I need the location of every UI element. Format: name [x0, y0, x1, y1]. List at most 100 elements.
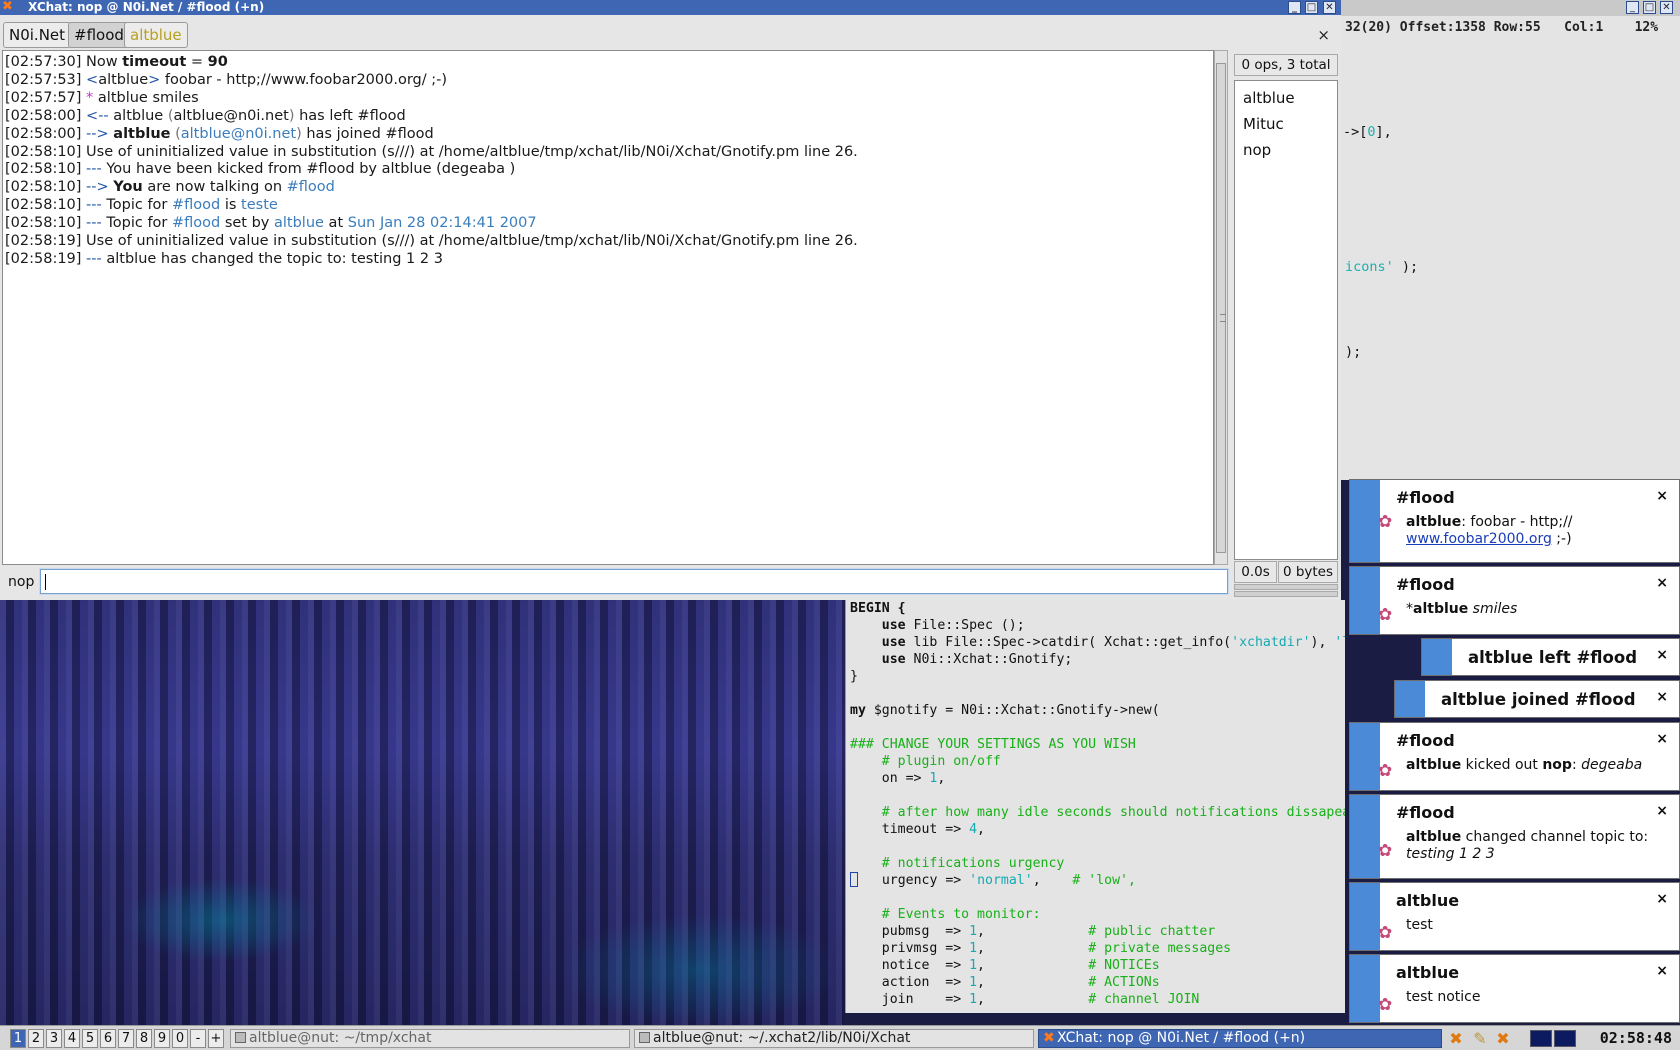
code-line: use File::Spec ();: [881, 618, 1025, 633]
task-button-active[interactable]: ✖ XChat: nop @ N0i.Net / #flood (+n): [1038, 1029, 1442, 1048]
window-title: XChat: nop @ N0i.Net / #flood (+n): [28, 0, 265, 14]
terminal-window: _ □ ✕ 32(20) Offset:1358 Row:55 Col:1 12…: [1341, 0, 1680, 480]
close-icon[interactable]: ✕: [1323, 1, 1336, 14]
workspace-button[interactable]: 4: [64, 1029, 80, 1048]
tab-flood[interactable]: #flood: [68, 22, 130, 48]
close-notification-icon[interactable]: ×: [1656, 803, 1668, 819]
code-line: urgency => 'normal', # 'low',: [850, 872, 1345, 889]
code-line: timeout => 4,: [850, 822, 985, 837]
xchat-tray-icon: ✿: [1378, 761, 1393, 781]
notes-tray-icon[interactable]: ✎: [1471, 1029, 1489, 1048]
chat-log[interactable]: [02:57:30] Now timeout = 90 [02:57:53] <a…: [2, 50, 1214, 565]
notification[interactable]: ✿ altblue test ×: [1349, 882, 1680, 951]
notification[interactable]: ✿ #flood *altblue smiles ×: [1349, 566, 1680, 635]
workspace-button[interactable]: 9: [154, 1029, 170, 1048]
close-tab-icon[interactable]: ×: [1317, 26, 1330, 44]
code-line: join => 1, # channel JOIN: [850, 992, 1200, 1007]
close-notification-icon[interactable]: ×: [1656, 488, 1668, 504]
chat-line: [02:58:19] Use of uninitialized value in…: [5, 233, 858, 250]
notification[interactable]: ✿ #flood altblue kicked out nop: degeaba…: [1349, 722, 1680, 791]
code-line: action => 1, # ACTIONs: [850, 975, 1160, 990]
code-editor[interactable]: BEGIN { use File::Spec (); use lib File:…: [845, 600, 1345, 1013]
workspace-button[interactable]: 1: [10, 1029, 26, 1048]
close-notification-icon[interactable]: ×: [1656, 891, 1668, 907]
workspace-button[interactable]: 2: [28, 1029, 44, 1048]
workspace-button[interactable]: 0: [172, 1029, 188, 1048]
xchat-tray-icon[interactable]: ✖: [1494, 1029, 1512, 1048]
user-list[interactable]: altblue Mituc nop: [1234, 80, 1338, 560]
notification-body: test: [1406, 917, 1433, 933]
close-notification-icon[interactable]: ×: [1656, 689, 1668, 705]
memory-graph: [1554, 1030, 1576, 1047]
xchat-tray-icon: ✿: [1378, 995, 1393, 1015]
notification-body: altblue: foobar - http;//www.foobar2000.…: [1406, 514, 1573, 547]
close-notification-icon[interactable]: ×: [1656, 731, 1668, 747]
cpu-graph: [1530, 1030, 1552, 1047]
task-button[interactable]: altblue@nut: ~/tmp/xchat: [230, 1029, 630, 1048]
user-list-item[interactable]: altblue: [1243, 85, 1337, 111]
close-icon[interactable]: ✕: [1660, 1, 1673, 14]
workspace-button[interactable]: +: [208, 1029, 224, 1048]
chat-line: [02:58:10] --> You are now talking on #f…: [5, 179, 335, 196]
tab-server[interactable]: N0i.Net: [3, 22, 72, 48]
notification-title: altblue: [1396, 891, 1460, 910]
close-notification-icon[interactable]: ×: [1656, 575, 1668, 591]
code-fragment-2: icons' );: [1345, 259, 1419, 275]
notification-title: altblue: [1396, 963, 1460, 982]
xchat-tray-icon: ✿: [1378, 923, 1393, 943]
clock[interactable]: 02:58:48: [1600, 1029, 1672, 1047]
chat-scrollbar[interactable]: [1214, 50, 1228, 565]
notification[interactable]: altblue joined #flood ×: [1394, 680, 1680, 718]
workspace-button[interactable]: 7: [118, 1029, 134, 1048]
throughput-bar: [1234, 591, 1338, 597]
workspace-button[interactable]: 5: [82, 1029, 98, 1048]
minimize-icon[interactable]: _: [1626, 1, 1639, 14]
workspace-button[interactable]: 6: [100, 1029, 116, 1048]
xchat-titlebar: ✖ XChat: nop @ N0i.Net / #flood (+n) _ □…: [0, 0, 1341, 15]
chat-line: [02:57:53] <altblue> foobar - http;//www…: [5, 71, 448, 88]
workspace-button[interactable]: 3: [46, 1029, 62, 1048]
task-button[interactable]: altblue@nut: ~/.xchat2/lib/N0i/Xchat: [634, 1029, 1034, 1048]
maximize-icon[interactable]: □: [1643, 1, 1656, 14]
notification-title: #flood: [1396, 575, 1455, 594]
chat-line: [02:58:10] Use of uninitialized value in…: [5, 143, 858, 160]
xchat-logo-icon: ✖: [2, 0, 13, 14]
notification[interactable]: altblue left #flood ×: [1421, 638, 1680, 676]
chat-line: [02:58:10] --- Topic for #flood set by a…: [5, 215, 537, 232]
notification[interactable]: ✿ altblue test notice ×: [1349, 954, 1680, 1023]
message-input[interactable]: [39, 568, 1229, 595]
user-list-item[interactable]: Mituc: [1243, 111, 1337, 137]
code-line: privmsg => 1, # private messages: [850, 941, 1232, 956]
code-line: # after how many idle seconds should not…: [881, 805, 1345, 820]
terminal-titlebar: _ □ ✕: [1341, 0, 1680, 16]
nick-button[interactable]: nop: [8, 574, 34, 590]
notification[interactable]: ✿ #flood altblue changed channel topic t…: [1349, 794, 1680, 879]
notification-link[interactable]: www.foobar2000.org: [1406, 531, 1552, 547]
notification[interactable]: ✿ #flood altblue: foobar - http;//www.fo…: [1349, 479, 1680, 563]
code-line: pubmsg => 1, # public chatter: [850, 924, 1216, 939]
xchat-tray-icon: ✿: [1378, 512, 1393, 532]
code-fragment-3: );: [1345, 344, 1362, 360]
notification-body: altblue changed channel topic to: testing…: [1406, 829, 1649, 862]
code-line: # plugin on/off: [881, 754, 1001, 769]
user-list-item[interactable]: nop: [1243, 137, 1337, 163]
code-fragment-1: ->[0],: [1343, 124, 1392, 140]
xchat-logo-icon: ✖: [1043, 1030, 1055, 1046]
terminal-icon: [639, 1032, 650, 1043]
workspace-button[interactable]: -: [190, 1029, 206, 1048]
terminal-icon: [235, 1032, 246, 1043]
minimize-icon[interactable]: _: [1288, 1, 1301, 14]
close-notification-icon[interactable]: ×: [1656, 963, 1668, 979]
close-notification-icon[interactable]: ×: [1656, 647, 1668, 663]
code-line: notice => 1, # NOTICEs: [850, 958, 1160, 973]
workspace-button[interactable]: 8: [136, 1029, 152, 1048]
code-line: use lib File::Spec->catdir( Xchat::get_i…: [881, 635, 1345, 650]
maximize-icon[interactable]: □: [1305, 1, 1318, 14]
tab-altblue[interactable]: altblue: [124, 22, 188, 48]
code-line: ### CHANGE YOUR SETTINGS AS YOU WISH: [850, 737, 1136, 752]
xchat-tray-icon[interactable]: ✖: [1447, 1029, 1465, 1048]
channel-tabs: N0i.Net #flood altblue ×: [0, 20, 1341, 50]
scrollbar-thumb[interactable]: [1216, 63, 1226, 553]
